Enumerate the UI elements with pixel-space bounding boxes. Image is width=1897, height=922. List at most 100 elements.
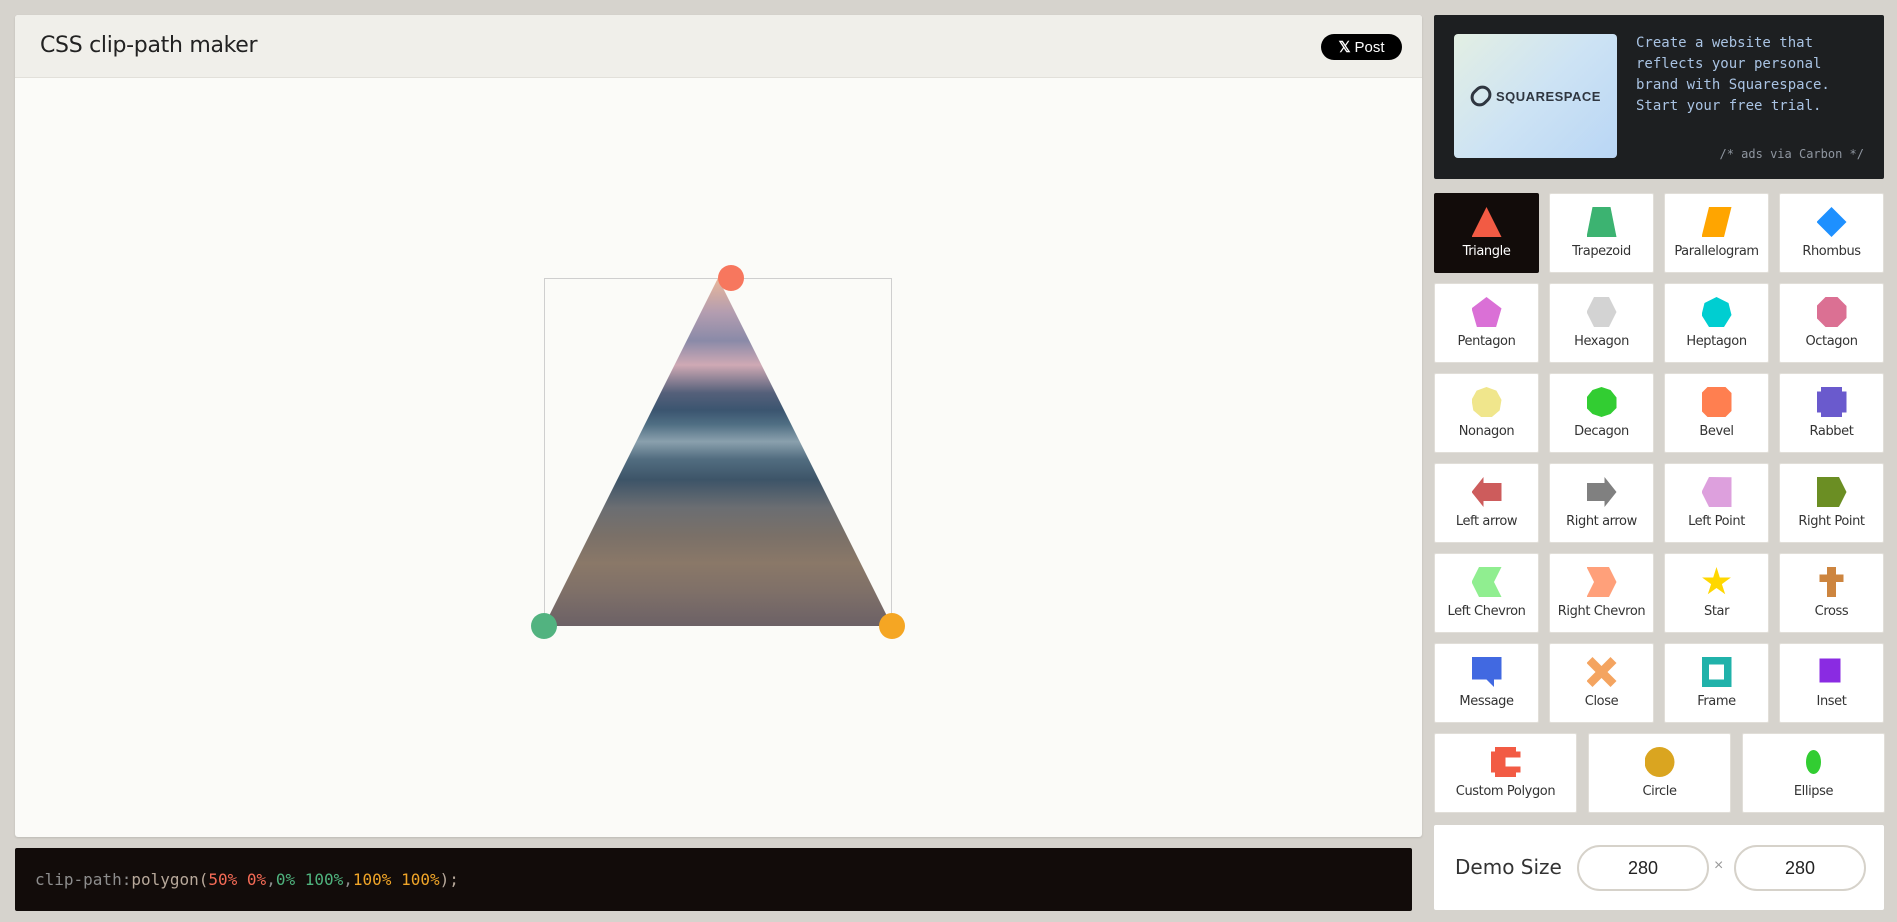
- shape-tile-frame[interactable]: Frame: [1664, 643, 1769, 723]
- shape-label: Rabbet: [1809, 424, 1854, 439]
- shape-tile-close[interactable]: Close: [1549, 643, 1654, 723]
- cross-shape-icon: [1819, 567, 1844, 597]
- x-logo-icon: 𝕏: [1338, 39, 1351, 56]
- parallelogram-shape-icon: [1701, 207, 1732, 237]
- shape-tile-parallelogram[interactable]: Parallelogram: [1664, 193, 1769, 273]
- shape-tile-bevel[interactable]: Bevel: [1664, 373, 1769, 453]
- shape-tile-trapezoid[interactable]: Trapezoid: [1549, 193, 1654, 273]
- shape-label: Decagon: [1574, 424, 1629, 439]
- shape-label: Pentagon: [1457, 334, 1516, 349]
- custom-polygon-shape-icon: [1490, 747, 1521, 777]
- times-symbol: ×: [1714, 857, 1724, 874]
- shape-tile-custom-polygon[interactable]: Custom Polygon: [1434, 733, 1577, 813]
- trapezoid-shape-icon: [1586, 207, 1617, 237]
- circle-shape-icon: [1644, 747, 1675, 777]
- page-title: CSS clip-path maker: [40, 33, 258, 58]
- code-separator: ,: [343, 870, 353, 889]
- shape-tile-rabbet[interactable]: Rabbet: [1779, 373, 1884, 453]
- shape-label: Left Point: [1688, 514, 1745, 529]
- shape-label: Ellipse: [1793, 784, 1834, 799]
- shape-label: Right Point: [1798, 514, 1865, 529]
- clip-stage: [15, 78, 1422, 837]
- shape-label: Nonagon: [1458, 424, 1515, 439]
- shape-tile-left-chevron[interactable]: Left Chevron: [1434, 553, 1539, 633]
- shape-label: Inset: [1816, 694, 1847, 709]
- squarespace-logo-icon: [1466, 81, 1496, 111]
- shape-tile-nonagon[interactable]: Nonagon: [1434, 373, 1539, 453]
- shape-tile-rhombus[interactable]: Rhombus: [1779, 193, 1884, 273]
- ad-image[interactable]: SQUARESPACE: [1454, 34, 1617, 158]
- code-point-1: 50% 0%: [208, 870, 267, 889]
- decagon-shape-icon: [1586, 387, 1617, 417]
- code-point-3: 100% 100%: [352, 870, 440, 889]
- shape-tile-left-point[interactable]: Left Point: [1664, 463, 1769, 543]
- shape-tile-hexagon[interactable]: Hexagon: [1549, 283, 1654, 363]
- left-point-shape-icon: [1701, 477, 1732, 507]
- handle-point-2[interactable]: [531, 613, 557, 639]
- heptagon-shape-icon: [1701, 297, 1732, 327]
- right-chevron-shape-icon: [1586, 567, 1617, 597]
- shape-label: Trapezoid: [1572, 244, 1631, 259]
- shape-label: Frame: [1697, 694, 1736, 709]
- triangle-shape-icon: [1471, 207, 1502, 237]
- shape-tile-triangle[interactable]: Triangle: [1434, 193, 1539, 273]
- shape-label: Star: [1703, 604, 1730, 619]
- frame-shape-icon: [1701, 657, 1732, 687]
- pentagon-shape-icon: [1471, 297, 1502, 327]
- shape-tile-decagon[interactable]: Decagon: [1549, 373, 1654, 453]
- ad-text[interactable]: Create a website that reflects your pers…: [1636, 33, 1866, 117]
- ellipse-shape-icon: [1806, 750, 1821, 774]
- post-label: Post: [1354, 38, 1385, 56]
- shape-label: Right arrow: [1566, 514, 1637, 529]
- shape-tile-ellipse[interactable]: Ellipse: [1742, 733, 1885, 813]
- bevel-shape-icon: [1701, 387, 1732, 417]
- handle-point-3[interactable]: [879, 613, 905, 639]
- shape-tile-inset[interactable]: Inset: [1779, 643, 1884, 723]
- shape-label: Right Chevron: [1557, 604, 1646, 619]
- demo-height-input[interactable]: [1734, 845, 1866, 891]
- code-output[interactable]: clip-path: polygon( 50% 0% , 0% 100% , 1…: [15, 848, 1412, 911]
- right-arrow-shape-icon: [1586, 477, 1617, 507]
- shape-label: Left Chevron: [1447, 604, 1526, 619]
- shape-label: Rhombus: [1802, 244, 1861, 259]
- x-post-button[interactable]: 𝕏 Post: [1321, 34, 1402, 60]
- left-arrow-shape-icon: [1471, 477, 1502, 507]
- shape-label: Parallelogram: [1674, 244, 1759, 259]
- ad-brand: SQUARESPACE: [1496, 88, 1601, 104]
- demo-size-panel: Demo Size ×: [1434, 825, 1884, 910]
- carbon-ad[interactable]: SQUARESPACE Create a website that reflec…: [1434, 15, 1884, 179]
- left-chevron-shape-icon: [1471, 567, 1502, 597]
- shape-tile-circle[interactable]: Circle: [1588, 733, 1731, 813]
- shape-label: Heptagon: [1686, 334, 1747, 349]
- inset-shape-icon: [1819, 658, 1841, 683]
- shape-tile-message[interactable]: Message: [1434, 643, 1539, 723]
- handle-point-1[interactable]: [718, 265, 744, 291]
- shape-label: Hexagon: [1574, 334, 1629, 349]
- header: CSS clip-path maker 𝕏 Post: [15, 15, 1422, 78]
- demo-width-input[interactable]: [1577, 845, 1709, 891]
- shape-label: Cross: [1814, 604, 1849, 619]
- shape-tile-octagon[interactable]: Octagon: [1779, 283, 1884, 363]
- ad-via[interactable]: /* ads via Carbon */: [1720, 147, 1865, 161]
- shape-tile-right-arrow[interactable]: Right arrow: [1549, 463, 1654, 543]
- shape-tile-cross[interactable]: Cross: [1779, 553, 1884, 633]
- star-shape-icon: [1702, 567, 1731, 595]
- shape-label: Close: [1584, 694, 1619, 709]
- shape-label: Custom Polygon: [1455, 784, 1556, 799]
- shape-tile-right-chevron[interactable]: Right Chevron: [1549, 553, 1654, 633]
- hexagon-shape-icon: [1586, 297, 1617, 327]
- shape-tile-star[interactable]: Star: [1664, 553, 1769, 633]
- close-shape-icon: [1586, 657, 1617, 687]
- code-point-2: 0% 100%: [275, 870, 344, 889]
- shape-label: Message: [1459, 694, 1514, 709]
- shape-tile-left-arrow[interactable]: Left arrow: [1434, 463, 1539, 543]
- shape-label: Bevel: [1699, 424, 1734, 439]
- rabbet-shape-icon: [1816, 387, 1847, 417]
- shape-label: Circle: [1642, 784, 1677, 799]
- code-function-close: );: [439, 870, 459, 889]
- right-point-shape-icon: [1816, 477, 1847, 507]
- rhombus-shape-icon: [1816, 207, 1847, 237]
- shape-tile-right-point[interactable]: Right Point: [1779, 463, 1884, 543]
- shape-tile-pentagon[interactable]: Pentagon: [1434, 283, 1539, 363]
- shape-tile-heptagon[interactable]: Heptagon: [1664, 283, 1769, 363]
